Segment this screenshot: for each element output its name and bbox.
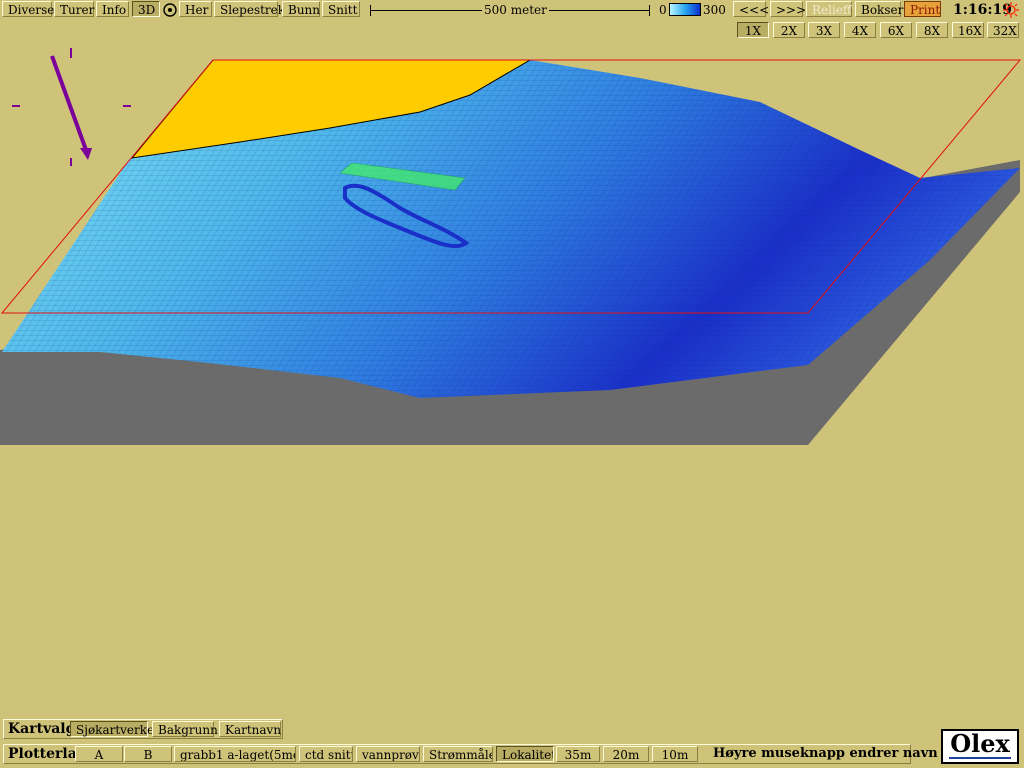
zoom-button-8x[interactable]: 8X	[916, 22, 948, 38]
zoom-button-1x[interactable]: 1X	[737, 22, 769, 38]
sun-icon[interactable]	[1002, 2, 1020, 18]
zoom-button-32x[interactable]: 32X	[987, 22, 1019, 38]
scale-label: 500 meter	[482, 3, 549, 17]
zoom-button-4x[interactable]: 4X	[844, 22, 876, 38]
olex-logo-text: Olex	[950, 729, 1010, 758]
kartvalg-item-2[interactable]: Bakgrunn	[152, 721, 218, 737]
target-icon[interactable]	[162, 2, 178, 18]
zoom-button-3x[interactable]: 3X	[808, 22, 840, 38]
bunn-button[interactable]: Bunn	[282, 1, 320, 17]
plotterlag-item-10[interactable]: 10m	[652, 746, 698, 762]
plotterlag-item-7[interactable]: Lokalitet	[496, 746, 554, 762]
bathymetry-3d-view[interactable]	[0, 40, 1024, 450]
plotterlag-item-5[interactable]: vannprøve	[356, 746, 420, 762]
plotterlag-item-2[interactable]: B	[124, 746, 172, 762]
prev-button[interactable]: <<<	[733, 1, 769, 17]
next-button[interactable]: >>>	[770, 1, 806, 17]
olex-logo: Olex	[941, 729, 1019, 764]
scale-tick-left	[370, 5, 371, 16]
plotterlag-item-1[interactable]: A	[75, 746, 123, 762]
plotterlag-item-8[interactable]: 35m	[556, 746, 600, 762]
zoom-button-6x[interactable]: 6X	[880, 22, 912, 38]
plotterlag-item-3[interactable]: grabb1 a-laget(5mete	[174, 746, 296, 762]
zoom-button-16x[interactable]: 16X	[952, 22, 984, 38]
info-button[interactable]: Info	[96, 1, 129, 17]
plotterlag-item-6[interactable]: Strømmåler	[423, 746, 493, 762]
her-button[interactable]: Her	[179, 1, 212, 17]
relieff-button[interactable]: Relieff	[806, 1, 852, 17]
kartvalg-title: Kartvalg	[8, 721, 76, 737]
plotterlag-item-9[interactable]: 20m	[603, 746, 649, 762]
slepestrek-button[interactable]: Slepestrek	[214, 1, 285, 17]
north-arrow-icon	[12, 48, 131, 166]
plotterlag-hint: Høyre museknapp endrer navn	[713, 746, 938, 761]
snitt-button[interactable]: Snitt	[322, 1, 360, 17]
scale-tick-right	[649, 5, 650, 16]
turer-button[interactable]: Turer	[54, 1, 94, 17]
depth-gradient	[669, 3, 701, 16]
plotterlag-item-4[interactable]: ctd snitt	[299, 746, 353, 762]
print-button[interactable]: Print	[904, 1, 941, 17]
mode-3d-button[interactable]: 3D	[132, 1, 160, 17]
diverse-button[interactable]: Diverse	[2, 1, 54, 17]
kartvalg-item-3[interactable]: Kartnavn	[219, 721, 281, 737]
zoom-button-2x[interactable]: 2X	[773, 22, 805, 38]
depth-max-label: 300	[703, 3, 726, 17]
scale-bar: 500 meter	[370, 3, 650, 17]
bokser-button[interactable]: Bokser	[855, 1, 903, 17]
kartvalg-item-1[interactable]: Sjøkartverket	[70, 721, 159, 737]
depth-min-label: 0	[659, 3, 667, 17]
